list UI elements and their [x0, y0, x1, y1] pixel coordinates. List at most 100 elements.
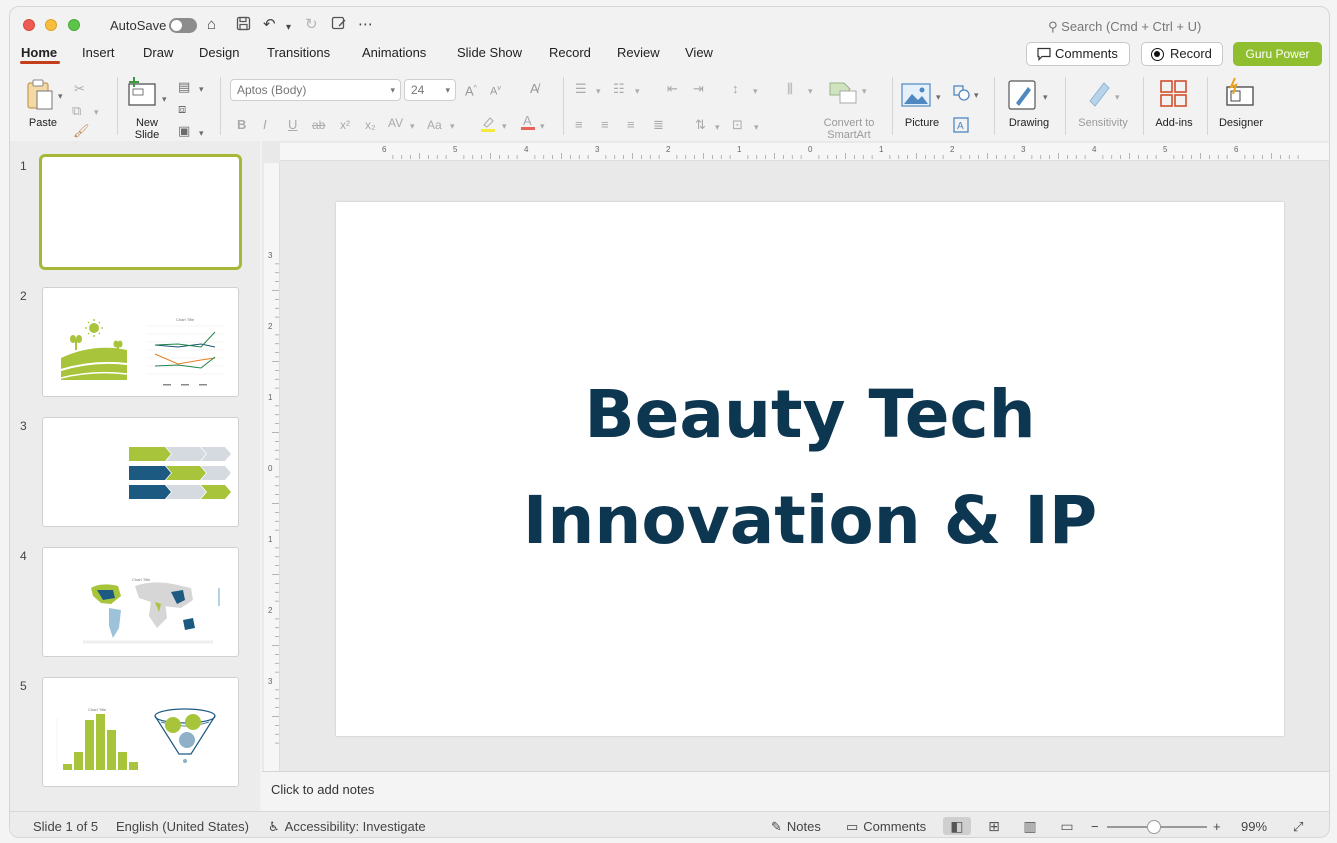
zoom-window-button[interactable]	[68, 19, 80, 31]
tab-design[interactable]: Design	[199, 45, 239, 60]
bold-icon[interactable]: B	[237, 117, 246, 133]
sensitivity-icon[interactable]	[1086, 79, 1112, 111]
copy-dropdown-icon[interactable]: ▾	[94, 104, 99, 120]
tab-review[interactable]: Review	[617, 45, 660, 60]
paste-icon[interactable]	[25, 79, 55, 115]
layout-dropdown-icon[interactable]: ▾	[199, 81, 204, 97]
align-right-icon[interactable]: ≡	[627, 117, 635, 133]
highlight-dropdown-icon[interactable]: ▾	[502, 118, 507, 134]
subscript-icon[interactable]: x₂	[365, 117, 376, 133]
picture-icon[interactable]	[901, 83, 931, 111]
slide-sorter-icon[interactable]: ⊞	[980, 817, 1008, 835]
tab-insert[interactable]: Insert	[82, 45, 115, 60]
section-dropdown-icon[interactable]: ▾	[199, 125, 204, 141]
zoom-in-icon[interactable]: +	[1213, 819, 1221, 834]
reading-view-icon[interactable]: ▥	[1016, 817, 1044, 835]
current-slide[interactable]: Beauty Tech Innovation & IP	[336, 202, 1284, 736]
slide-thumbnail-5[interactable]: Chart Title	[42, 677, 239, 787]
record-button[interactable]: Record	[1141, 42, 1223, 66]
zoom-out-icon[interactable]: −	[1091, 819, 1099, 834]
change-case-icon[interactable]: Aa	[427, 117, 442, 133]
drawing-dropdown-icon[interactable]: ▾	[1043, 89, 1048, 105]
spacing-dropdown-icon[interactable]: ▾	[410, 118, 415, 134]
tab-view[interactable]: View	[685, 45, 713, 60]
align-text-icon[interactable]: ⊡	[732, 117, 743, 133]
language[interactable]: English (United States)	[116, 819, 249, 834]
copy-icon[interactable]: ⧉	[72, 103, 81, 119]
slide-title[interactable]: Beauty Tech Innovation & IP	[336, 362, 1284, 574]
case-dropdown-icon[interactable]: ▾	[450, 118, 455, 134]
line-spacing-icon[interactable]: ↕	[732, 81, 739, 97]
zoom-slider-handle[interactable]	[1147, 820, 1161, 834]
superscript-icon[interactable]: x²	[340, 117, 350, 133]
drawing-icon[interactable]	[1008, 79, 1038, 115]
highlight-icon[interactable]	[480, 115, 496, 137]
strikethrough-icon[interactable]: ab	[312, 117, 325, 133]
font-name-select[interactable]: Aptos (Body) ▾	[230, 79, 401, 101]
designer-icon[interactable]	[1225, 77, 1255, 111]
columns-icon[interactable]: ⫼	[787, 81, 793, 97]
underline-icon[interactable]: U	[288, 117, 297, 133]
home-icon[interactable]: ⌂	[207, 16, 216, 34]
bullets-dropdown-icon[interactable]: ▾	[596, 83, 601, 99]
font-color-icon[interactable]: A	[520, 113, 536, 135]
slide-show-icon[interactable]: ▭	[1053, 817, 1081, 835]
fit-slide-icon[interactable]: ⤢	[1293, 819, 1303, 835]
increase-font-icon[interactable]: A^	[465, 81, 477, 99]
columns-dropdown-icon[interactable]: ▾	[808, 83, 813, 99]
tab-transitions[interactable]: Transitions	[267, 45, 330, 60]
text-direction-dropdown-icon[interactable]: ▾	[715, 119, 720, 135]
slide-thumbnail-1[interactable]	[39, 154, 242, 270]
more-icon[interactable]: ⋯	[358, 16, 373, 34]
shapes-icon[interactable]	[953, 85, 971, 105]
zoom-level[interactable]: 99%	[1241, 819, 1267, 834]
autosave-toggle[interactable]	[169, 18, 197, 33]
new-slide-dropdown-icon[interactable]: ▾	[162, 91, 167, 107]
sensitivity-dropdown-icon[interactable]: ▾	[1115, 89, 1120, 105]
new-slide-icon[interactable]	[127, 77, 159, 111]
shapes-dropdown-icon[interactable]: ▾	[974, 87, 979, 103]
smartart-dropdown-icon[interactable]: ▾	[862, 83, 867, 99]
undo-icon[interactable]: ↶	[263, 16, 276, 34]
text-direction-icon[interactable]: ⇅	[695, 117, 706, 133]
layout-icon[interactable]: ▤	[178, 79, 190, 95]
accessibility-status[interactable]: ♿ Accessibility: Investigate	[268, 819, 426, 835]
slide-thumbnail-4[interactable]: Chart Title	[42, 547, 239, 657]
redo-icon[interactable]: ↻	[305, 16, 318, 34]
justify-icon[interactable]: ≣	[653, 117, 664, 133]
decrease-font-icon[interactable]: Av	[490, 81, 501, 100]
font-color-dropdown-icon[interactable]: ▾	[540, 118, 545, 134]
add-ins-icon[interactable]	[1160, 80, 1188, 112]
decrease-indent-icon[interactable]: ⇤	[667, 81, 678, 97]
format-painter-icon[interactable]: 🖌	[73, 123, 90, 139]
comments-button[interactable]: Comments	[1026, 42, 1130, 66]
normal-view-icon[interactable]: ◧	[943, 817, 971, 835]
tab-record[interactable]: Record	[549, 45, 591, 60]
slide-thumbnail-2[interactable]: Chart Title	[42, 287, 239, 397]
search-box[interactable]: ⚲ Search (Cmd + Ctrl + U)	[1048, 19, 1201, 35]
comments-toggle[interactable]: ▭ Comments	[846, 819, 926, 835]
undo-dropdown-icon[interactable]: ▾	[286, 19, 291, 37]
tab-home[interactable]: Home	[21, 45, 57, 60]
tab-slide-show[interactable]: Slide Show	[457, 45, 522, 60]
increase-indent-icon[interactable]: ⇥	[693, 81, 704, 97]
paste-dropdown-icon[interactable]: ▾	[58, 88, 63, 104]
cut-icon[interactable]: ✂	[74, 81, 85, 97]
numbering-icon[interactable]: ☷	[613, 81, 625, 97]
clear-formatting-icon[interactable]: A̸	[530, 81, 539, 97]
tab-animations[interactable]: Animations	[362, 45, 426, 60]
picture-dropdown-icon[interactable]: ▾	[936, 89, 941, 105]
numbering-dropdown-icon[interactable]: ▾	[635, 83, 640, 99]
guru-power-button[interactable]: Guru Power	[1233, 42, 1322, 66]
minimize-window-button[interactable]	[45, 19, 57, 31]
align-center-icon[interactable]: ≡	[601, 117, 609, 133]
slide-thumbnail-3[interactable]	[42, 417, 239, 527]
smartart-icon[interactable]	[828, 79, 858, 109]
notes-pane[interactable]: Click to add notes	[262, 771, 1329, 811]
customize-icon[interactable]	[331, 16, 347, 36]
text-box-icon[interactable]: A	[953, 117, 969, 137]
notes-toggle[interactable]: ✎ Notes	[771, 819, 821, 835]
line-spacing-dropdown-icon[interactable]: ▾	[753, 83, 758, 99]
save-icon[interactable]	[236, 16, 251, 36]
character-spacing-icon[interactable]: AV	[388, 115, 403, 131]
